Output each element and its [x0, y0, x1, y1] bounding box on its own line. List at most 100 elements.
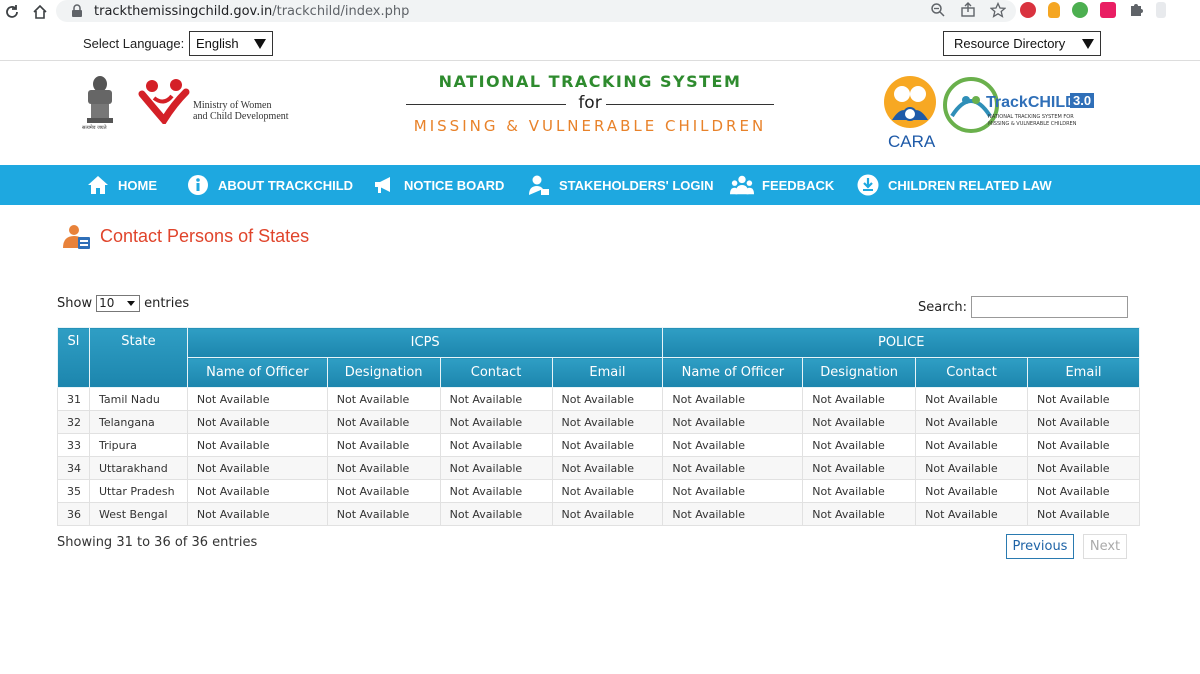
nav-law-label: CHILDREN RELATED LAW [888, 177, 1052, 193]
column-group-icps: ICPS [186, 327, 664, 358]
entries-label: entries [144, 296, 190, 311]
mwcd-logo-icon[interactable] [138, 76, 190, 124]
table-row: 36 West Bengal Not Available Not Availab… [57, 502, 1140, 526]
table-row: 33 Tripura Not Available Not Available N… [57, 433, 1140, 457]
share-icon[interactable] [960, 2, 976, 18]
cell-sl: 35 [57, 479, 90, 503]
cell-icps-designation: Not Available [326, 502, 441, 526]
nav-about[interactable]: ABOUT TRACKCHILD [186, 165, 353, 205]
cell-sl: 34 [57, 456, 90, 480]
table-subheader-row: Name of Officer Designation Contact Emai… [58, 357, 1140, 388]
entries-length-select[interactable]: 10 [96, 295, 141, 312]
cell-police-email: Not Available [1027, 479, 1140, 503]
mwcd-line1: Ministry of Women [193, 100, 272, 111]
cara-logo[interactable]: CARA [882, 74, 938, 152]
resource-directory-select[interactable]: Resource Directory [943, 31, 1101, 56]
table-row: 34 Uttarakhand Not Available Not Availab… [57, 456, 1140, 480]
column-header-police-email[interactable]: Email [1027, 357, 1140, 388]
title-line2: MISSING & VULNERABLE CHILDREN [413, 117, 767, 135]
cell-icps-officer: Not Available [186, 433, 328, 457]
cara-label: CARA [888, 132, 936, 151]
cell-police-officer: Not Available [662, 433, 804, 457]
contacts-table: Sl State ICPS POLICE Name of Officer Des… [57, 327, 1140, 526]
entries-length-value: 10 [99, 296, 115, 310]
cell-state: Tripura [88, 433, 188, 457]
bookmark-star-icon[interactable] [990, 2, 1006, 18]
cell-police-contact: Not Available [915, 433, 1029, 457]
shield-extension-icon[interactable] [1020, 2, 1036, 18]
nav-home[interactable]: HOME [86, 165, 157, 205]
search-input[interactable] [971, 296, 1129, 318]
bookmark-bar-icon[interactable] [1156, 2, 1166, 18]
cell-police-officer: Not Available [662, 456, 804, 480]
cell-police-designation: Not Available [802, 502, 917, 526]
nav-login[interactable]: STAKEHOLDERS' LOGIN [527, 165, 714, 205]
grid-extension-icon[interactable] [1100, 2, 1116, 18]
nav-law[interactable]: CHILDREN RELATED LAW [856, 165, 1052, 205]
cell-icps-officer: Not Available [186, 387, 328, 411]
cell-icps-designation: Not Available [326, 479, 441, 503]
nav-notice-label: NOTICE BOARD [404, 177, 505, 193]
url-path: /trackchild/index.php [272, 3, 410, 19]
cell-police-officer: Not Available [662, 502, 804, 526]
trackchild-sub2: MISSING & VULNERABLE CHILDREN [988, 121, 1077, 127]
column-header-police-contact[interactable]: Contact [915, 357, 1029, 388]
column-header-icps-officer[interactable]: Name of Officer [186, 357, 328, 388]
title-for: for [578, 93, 602, 113]
nav-notice[interactable]: NOTICE BOARD [372, 165, 504, 205]
cell-police-email: Not Available [1027, 456, 1140, 480]
language-select[interactable]: English [189, 31, 273, 56]
previous-button[interactable]: Previous [1006, 534, 1074, 559]
page-heading: Contact Persons of States [60, 222, 309, 250]
cell-police-email: Not Available [1027, 433, 1140, 457]
column-header-icps-designation[interactable]: Designation [326, 357, 441, 388]
cell-police-officer: Not Available [662, 387, 804, 411]
chevron-down-icon [254, 39, 266, 49]
home-browser-icon[interactable] [30, 2, 50, 22]
site-title: NATIONAL TRACKING SYSTEM for MISSING & V… [400, 72, 780, 135]
reload-icon[interactable] [2, 2, 22, 22]
trackchild-logo[interactable]: TrackCHILD 3.0 NATIONAL TRACKING SYSTEM … [942, 76, 1102, 134]
column-header-police-officer[interactable]: Name of Officer [662, 357, 804, 388]
cell-icps-officer: Not Available [186, 456, 328, 480]
address-bar[interactable]: trackthemissingchild.gov.in/trackchild/i… [56, 0, 1016, 22]
cell-icps-officer: Not Available [186, 479, 328, 503]
globe-extension-icon[interactable] [1072, 2, 1088, 18]
column-header-sl[interactable]: Sl [57, 327, 90, 388]
table-row: 35 Uttar Pradesh Not Available Not Avail… [57, 479, 1140, 503]
chevron-down-icon [127, 301, 136, 306]
nav-feedback-label: FEEDBACK [762, 177, 835, 193]
home-icon [86, 173, 110, 197]
divider [406, 104, 566, 105]
cell-icps-contact: Not Available [439, 387, 553, 411]
nav-feedback[interactable]: FEEDBACK [730, 165, 834, 205]
bulb-extension-icon[interactable] [1048, 2, 1060, 18]
divider [606, 104, 774, 105]
puzzle-icon[interactable] [1128, 2, 1144, 18]
zoom-icon[interactable] [930, 2, 946, 18]
main-nav: HOME ABOUT TRACKCHILD NOTICE BOARD STAKE… [0, 165, 1200, 205]
column-header-icps-email[interactable]: Email [551, 357, 664, 388]
cara-emblem-icon [884, 76, 936, 128]
column-header-state[interactable]: State [88, 327, 188, 388]
chevron-down-icon [1082, 39, 1094, 49]
column-header-police-designation[interactable]: Designation [802, 357, 917, 388]
trackchild-name: TrackCHILD [986, 94, 1077, 111]
cell-icps-email: Not Available [551, 410, 664, 434]
cell-state: Uttarakhand [88, 456, 188, 480]
cell-police-email: Not Available [1027, 410, 1140, 434]
next-button[interactable]: Next [1083, 534, 1127, 559]
cell-state: Tamil Nadu [88, 387, 188, 411]
cell-icps-email: Not Available [551, 433, 664, 457]
table-info: Showing 31 to 36 of 36 entries [57, 535, 258, 550]
cell-police-contact: Not Available [915, 479, 1029, 503]
site-header: सत्यमेव जयते Ministry of Women and Child… [0, 62, 1200, 164]
cell-police-officer: Not Available [662, 479, 804, 503]
title-line1: NATIONAL TRACKING SYSTEM [438, 72, 742, 91]
title-for-row: for [400, 93, 780, 115]
table-row: 32 Telangana Not Available Not Available… [57, 410, 1140, 434]
cell-icps-designation: Not Available [326, 410, 441, 434]
mwcd-text: Ministry of Women and Child Development [193, 100, 289, 122]
info-icon [186, 173, 210, 197]
column-header-icps-contact[interactable]: Contact [439, 357, 553, 388]
